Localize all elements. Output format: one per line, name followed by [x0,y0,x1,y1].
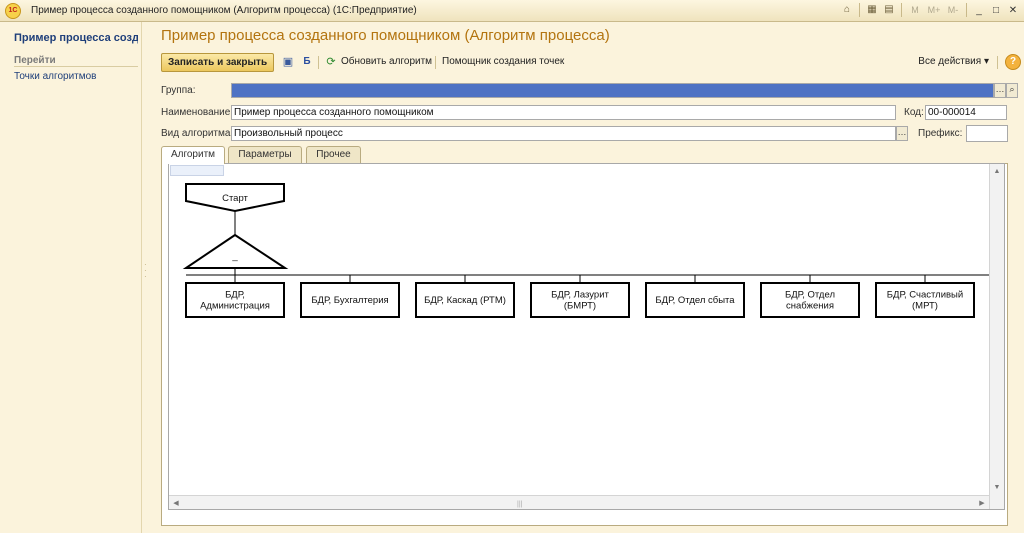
branch-node-label: _ [231,251,238,262]
help-icon[interactable]: ? [1005,54,1021,70]
prefix-field[interactable] [966,125,1008,142]
calendar-icon[interactable]: ▤ [882,3,896,17]
algorithm-kind-select-button[interactable]: … [896,126,908,141]
tab-other[interactable]: Прочее [306,146,361,163]
window-titlebar: 1С Пример процесса созданного помощником… [0,0,1024,22]
app-logo-icon[interactable]: 1С [5,2,21,19]
scroll-up-icon[interactable]: ▲ [990,168,1004,175]
toolbar-separator [435,56,436,69]
maximize-icon[interactable]: □ [989,3,1003,17]
form-toolbar: Записать и закрыть ▣ Б ⟳ Обновить алгори… [161,53,1021,73]
horizontal-scrollbar[interactable]: ◀ ||| ▶ [169,495,989,509]
memory-button[interactable]: M [907,3,923,17]
process-node-label: БДР, Каскад (РТМ) [424,295,506,306]
nav-item-current[interactable]: Пример процесса созданного помощником [14,32,138,44]
nav-group-goto: Перейти [14,55,56,66]
calculator-icon[interactable]: ▦ [865,3,879,17]
points-wizard-button[interactable]: Помощник создания точек [442,56,564,67]
refresh-icon[interactable]: ⟳ [324,55,338,69]
scroll-right-icon[interactable]: ▶ [975,499,989,507]
code-field[interactable]: 00-000014 [925,105,1007,120]
toolbar-separator [997,56,998,69]
memory-subtract-button[interactable]: M- [945,3,961,17]
algorithm-kind-field[interactable]: Произвольный процесс [231,126,896,141]
group-label: Группа: [161,85,196,96]
name-label: Наименование: [161,107,234,118]
titlebar-separator [901,3,902,17]
structure-icon[interactable]: Б [300,55,314,69]
algorithm-kind-label: Вид алгоритма: [161,128,234,139]
form-title: Пример процесса созданного помощником (А… [161,27,610,44]
refresh-algorithm-button[interactable]: Обновить алгоритм [341,56,432,67]
minimize-icon[interactable]: _ [972,3,986,17]
titlebar-separator [966,3,967,17]
code-label: Код: [904,107,924,118]
scroll-grip-icon[interactable]: ||| [517,501,522,508]
save-and-close-button[interactable]: Записать и закрыть [161,53,275,72]
tab-parameters[interactable]: Параметры [228,146,302,163]
memory-add-button[interactable]: M+ [926,3,942,17]
titlebar-controls: ⌂ ▦ ▤ M M+ M- _ □ ✕ [840,3,1020,17]
home-icon[interactable]: ⌂ [840,3,854,17]
process-node-label: БДР, Бухгалтерия [311,295,388,306]
prefix-label: Префикс: [918,128,963,139]
all-actions-label: Все действия [918,56,982,67]
navigation-panel: Пример процесса созданного помощником Пе… [0,22,142,533]
scroll-down-icon[interactable]: ▼ [990,484,1004,491]
group-field[interactable] [231,83,994,98]
node-layer: БДР,Администрация БДР, Бухгалтерия БДР, Ка… [185,275,975,318]
chevron-down-icon: ▾ [983,56,989,67]
nav-link-algorithm-points[interactable]: Точки алгоритмов [14,71,96,82]
name-field[interactable]: Пример процесса созданного помощником [231,105,896,120]
process-node-label: снабжения [786,301,834,312]
process-node-label: БДР, Отдел [785,290,835,301]
nav-divider [14,66,138,67]
titlebar-separator [859,3,860,17]
process-node-label: (БМРТ) [564,301,596,312]
save-icon[interactable]: ▣ [281,55,295,69]
algorithm-diagram[interactable]: Старт _ БДР, Администрация БДР, Бухгалтери… [168,163,1005,510]
process-node-label: Администрация [200,301,270,312]
tab-algorithm[interactable]: Алгоритм [161,146,225,164]
process-node-label: БДР, [225,290,245,301]
process-node-label: БДР, Отдел сбыта [655,295,735,306]
process-node-label: БДР, Лазурит [551,290,609,301]
start-node-label: Старт [222,193,248,204]
scroll-left-icon[interactable]: ◀ [169,499,183,507]
group-select-button[interactable]: … [994,83,1006,98]
close-icon[interactable]: ✕ [1006,3,1020,17]
window-title: Пример процесса созданного помощником (А… [31,5,417,16]
vertical-scrollbar[interactable]: ▲ ▼ [989,164,1004,509]
diagram-canvas: Старт _ БДР,Администрация БДР, Бухгалтери… [182,183,989,318]
process-node-label: БДР, Счастливый [887,290,963,301]
toolbar-separator [318,56,319,69]
process-node-label: (МРТ) [912,301,938,312]
search-icon[interactable]: ⌕ [1006,83,1018,98]
all-actions-menu[interactable]: Все действия ▾ [918,56,989,67]
panel-splitter-handle[interactable]: · · · [144,261,147,281]
